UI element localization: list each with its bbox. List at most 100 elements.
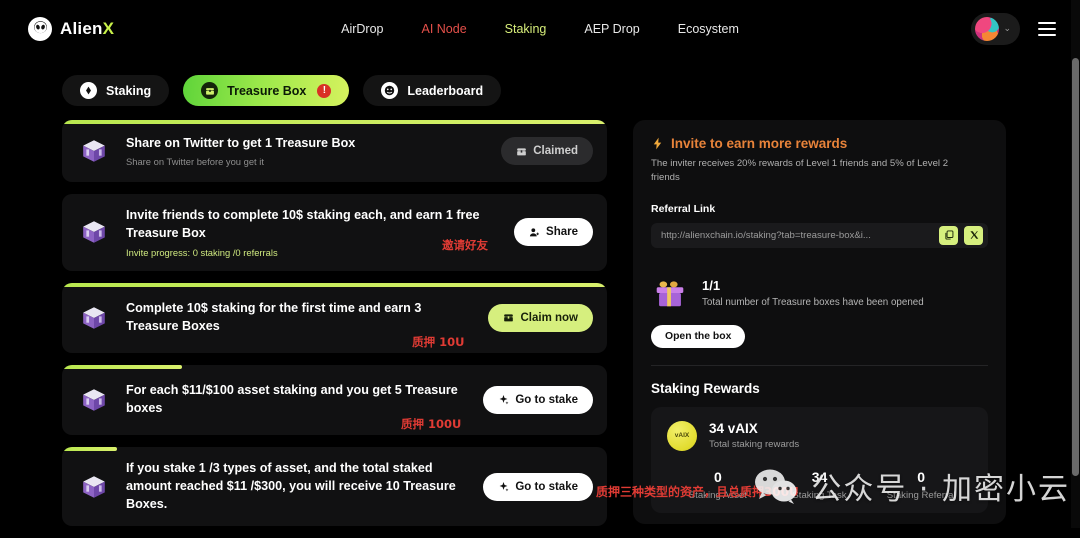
nav-item-ecosystem[interactable]: Ecosystem [678,22,739,36]
open-the-box-button[interactable]: Open the box [651,324,746,348]
stat-value: 0 [917,468,926,485]
section-tabs: Staking Treasure Box ! Leaderboard [0,57,1080,106]
main-nav: AirDrop AI Node Staking AEP Drop Ecosyst… [341,22,739,36]
nav-item-aep-drop[interactable]: AEP Drop [584,22,639,36]
task-row[interactable]: Share on Twitter to get 1 Treasure Box S… [62,120,607,182]
task-row[interactable]: For each $11/$100 asset staking and you … [62,364,607,435]
referral-link-label: Referral Link [651,202,716,215]
person-add-icon [529,228,539,237]
treasure-box-icon [76,214,112,250]
bottom-annotation: 质押三种类型的资产，且总质押300U [596,485,799,499]
task-progress-bar [62,282,607,287]
hamburger-menu-icon[interactable] [1038,21,1056,36]
task-text: Complete 10$ staking for the first time … [126,300,474,349]
brand-name-text: Alien [60,18,103,38]
claimed-button[interactable]: Claimed [501,137,593,165]
status-badge: ! [317,83,332,98]
copy-icon[interactable] [939,225,958,245]
nav-item-airdrop[interactable]: AirDrop [341,22,383,36]
staking-rewards-title: Staking Rewards [651,380,760,396]
task-text: For each $11/$100 asset staking and you … [126,382,469,431]
task-title: Share on Twitter to get 1 Treasure Box [126,135,356,150]
task-row[interactable]: Invite friends to complete 10$ staking e… [62,194,607,271]
task-progress-bar [62,446,117,451]
go-to-stake-button-label: Go to stake [515,393,578,406]
treasure-chest-icon [201,82,219,99]
tab-staking-label: Staking [106,83,152,98]
go-to-stake-button[interactable]: Go to stake [483,385,593,414]
stat-staking-referral: 0 Staking Referral [870,469,972,501]
task-subtitle: Share on Twitter before you get it [126,156,264,168]
task-annotation: 邀请好友 [442,238,489,252]
task-title: For each $11/$100 asset staking and you … [126,382,458,415]
nav-item-ai-node[interactable]: AI Node [422,22,467,36]
treasure-count: 1/1 [702,277,721,293]
panel-divider [651,364,988,366]
treasure-caption: Total number of Treasure boxes have been… [702,296,924,308]
page-scrollbar[interactable] [1071,0,1080,528]
header-actions: ⌄ [971,12,1056,45]
invite-description: The inviter receives 20% rewards of Leve… [651,158,949,183]
nav-item-staking[interactable]: Staking [505,22,547,36]
brand-name: AlienX [60,19,114,39]
invite-heading-label: Invite to earn more rewards [671,136,848,151]
treasure-box-icon [76,469,112,505]
avatar [975,16,1000,41]
referral-link-value: http://alienxchain.io/staking?tab=treasu… [661,229,871,241]
invite-heading: Invite to earn more rewards [651,136,988,151]
task-title: Complete 10$ staking for the first time … [126,300,422,333]
task-progress-bar [62,120,607,124]
task-annotation: 质押 10U [412,334,465,349]
task-row[interactable]: If you stake 1 /3 types of asset, and th… [62,446,607,527]
tab-staking[interactable]: Staking [62,75,170,106]
tab-treasure-box-label: Treasure Box [227,83,307,98]
treasure-summary: 1/1 Total number of Treasure boxes have … [651,274,988,312]
treasure-box-icon [76,300,112,336]
task-title: Invite friends to complete 10$ staking e… [126,208,480,240]
task-subtitle: Invite progress: 0 staking /0 referrals [126,246,278,258]
share-button-label: Share [546,226,578,239]
task-annotation: 质押 100U [401,416,462,431]
brand-logo[interactable]: AlienX [28,16,114,41]
stat-label: Staking Referral [886,489,956,501]
share-button[interactable]: Share [514,218,593,247]
account-menu[interactable]: ⌄ [971,12,1020,45]
chest-icon [517,147,527,155]
claim-now-button[interactable]: Claim now [488,303,593,332]
app-header: AlienX AirDrop AI Node Staking AEP Drop … [0,0,1080,57]
sparkle-icon [499,482,509,492]
reward-total-text: 34 vAIX Total staking rewards [709,421,799,450]
gift-box-icon [651,274,689,312]
page-content: Share on Twitter to get 1 Treasure Box S… [0,106,1080,538]
scrollbar-thumb[interactable] [1072,58,1079,476]
go-to-stake-button-label: Go to stake [515,480,578,493]
reward-total-row: vAIX 34 vAIX Total staking rewards [667,420,972,451]
sidebar-panel: Invite to earn more rewards The inviter … [633,120,1006,538]
task-text: Invite friends to complete 10$ staking e… [126,207,500,258]
tab-leaderboard-label: Leaderboard [407,83,484,98]
tab-treasure-box[interactable]: Treasure Box ! [183,75,350,106]
treasure-box-icon [76,382,112,418]
tab-leaderboard[interactable]: Leaderboard [363,75,502,106]
chevron-down-icon: ⌄ [1003,23,1011,33]
x-twitter-icon[interactable] [964,225,983,245]
vaix-coin-symbol: vAIX [674,432,690,440]
reward-amount: 34 vAIX [709,421,758,437]
task-progress-bar [62,364,182,369]
sparkle-icon [499,395,509,405]
vaix-coin-icon: vAIX [667,420,697,451]
invite-panel: Invite to earn more rewards The inviter … [633,120,1006,524]
alien-head-icon [28,16,52,41]
referral-link-field[interactable]: http://alienxchain.io/staking?tab=treasu… [651,222,988,248]
task-row[interactable]: Complete 10$ staking for the first time … [62,282,607,353]
claim-now-button-label: Claim now [520,311,578,324]
task-text: If you stake 1 /3 types of asset, and th… [126,460,469,514]
treasure-summary-text: 1/1 Total number of Treasure boxes have … [702,278,924,308]
chest-icon [504,314,514,322]
diamond-icon [80,82,97,99]
task-text: Share on Twitter to get 1 Treasure Box S… [126,135,487,168]
go-to-stake-button[interactable]: Go to stake [483,472,593,501]
task-title: If you stake 1 /3 types of asset, and th… [126,460,456,511]
treasure-box-icon [76,133,112,169]
task-list: Share on Twitter to get 1 Treasure Box S… [62,120,607,538]
